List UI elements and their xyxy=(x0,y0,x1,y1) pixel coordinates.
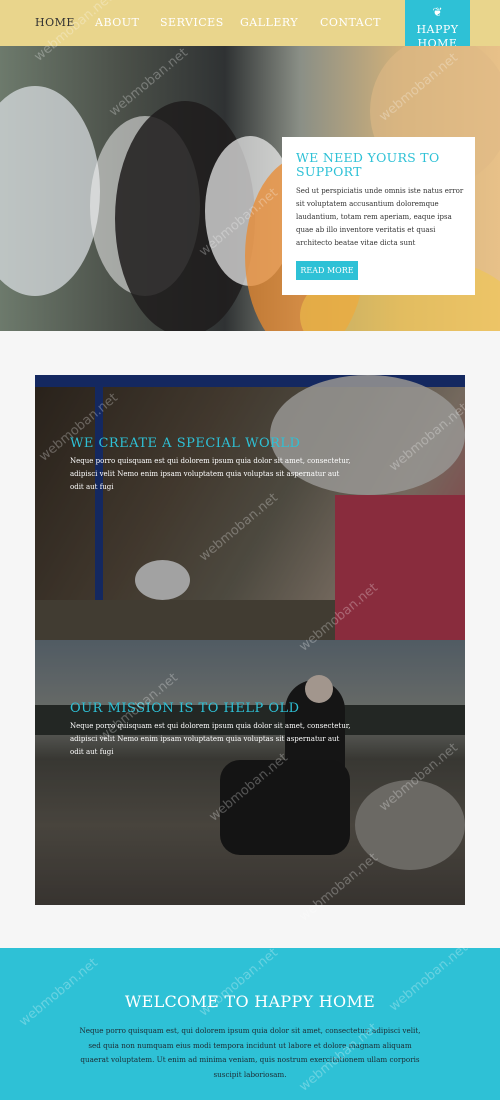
welcome-title: WELCOME TO HAPPY HOME xyxy=(124,992,376,1011)
support-card: WE NEED YOURS TO SUPPORT Sed ut perspici… xyxy=(282,137,475,295)
nav-home-link[interactable]: HOME xyxy=(35,16,75,29)
nav-about-link[interactable]: ABOUT xyxy=(95,16,139,29)
feature-title: WE CREATE A SPECIAL WORLD xyxy=(70,436,301,451)
panel-overlay xyxy=(35,375,465,640)
feature-text: Neque porro quisquam est qui dolorem ips… xyxy=(70,722,351,756)
logo-text-happy: HAPPY xyxy=(416,23,459,36)
support-card-text: Sed ut perspiciatis unde omnis iste natu… xyxy=(296,187,464,247)
top-nav: HOME ABOUT SERVICES GALLERY CONTACT ❦ HA… xyxy=(0,0,500,86)
nav-gallery-link[interactable]: GALLERY xyxy=(240,16,298,29)
feature-panel-mission: OUR MISSION IS TO HELP OLD Neque porro q… xyxy=(35,640,465,905)
logo-ornament-icon: ❦ xyxy=(432,5,443,19)
read-more-button[interactable]: READ MORE xyxy=(296,261,358,280)
nav-contact-link[interactable]: CONTACT xyxy=(320,16,381,29)
feature-title: OUR MISSION IS TO HELP OLD xyxy=(70,701,300,716)
feature-panel-special-world: WE CREATE A SPECIAL WORLD Neque porro qu… xyxy=(35,375,465,640)
welcome-section: WELCOME TO HAPPY HOME Neque porro quisqu… xyxy=(0,948,500,1100)
welcome-text: Neque porro quisquam est, qui dolorem ip… xyxy=(79,1026,421,1079)
panel-overlay xyxy=(35,640,465,905)
support-card-title: WE NEED YOURS TO SUPPORT xyxy=(296,150,440,179)
feature-text: Neque porro quisquam est qui dolorem ips… xyxy=(70,457,351,491)
hero-photo-shape xyxy=(0,86,100,296)
nav-services-link[interactable]: SERVICES xyxy=(160,16,224,29)
